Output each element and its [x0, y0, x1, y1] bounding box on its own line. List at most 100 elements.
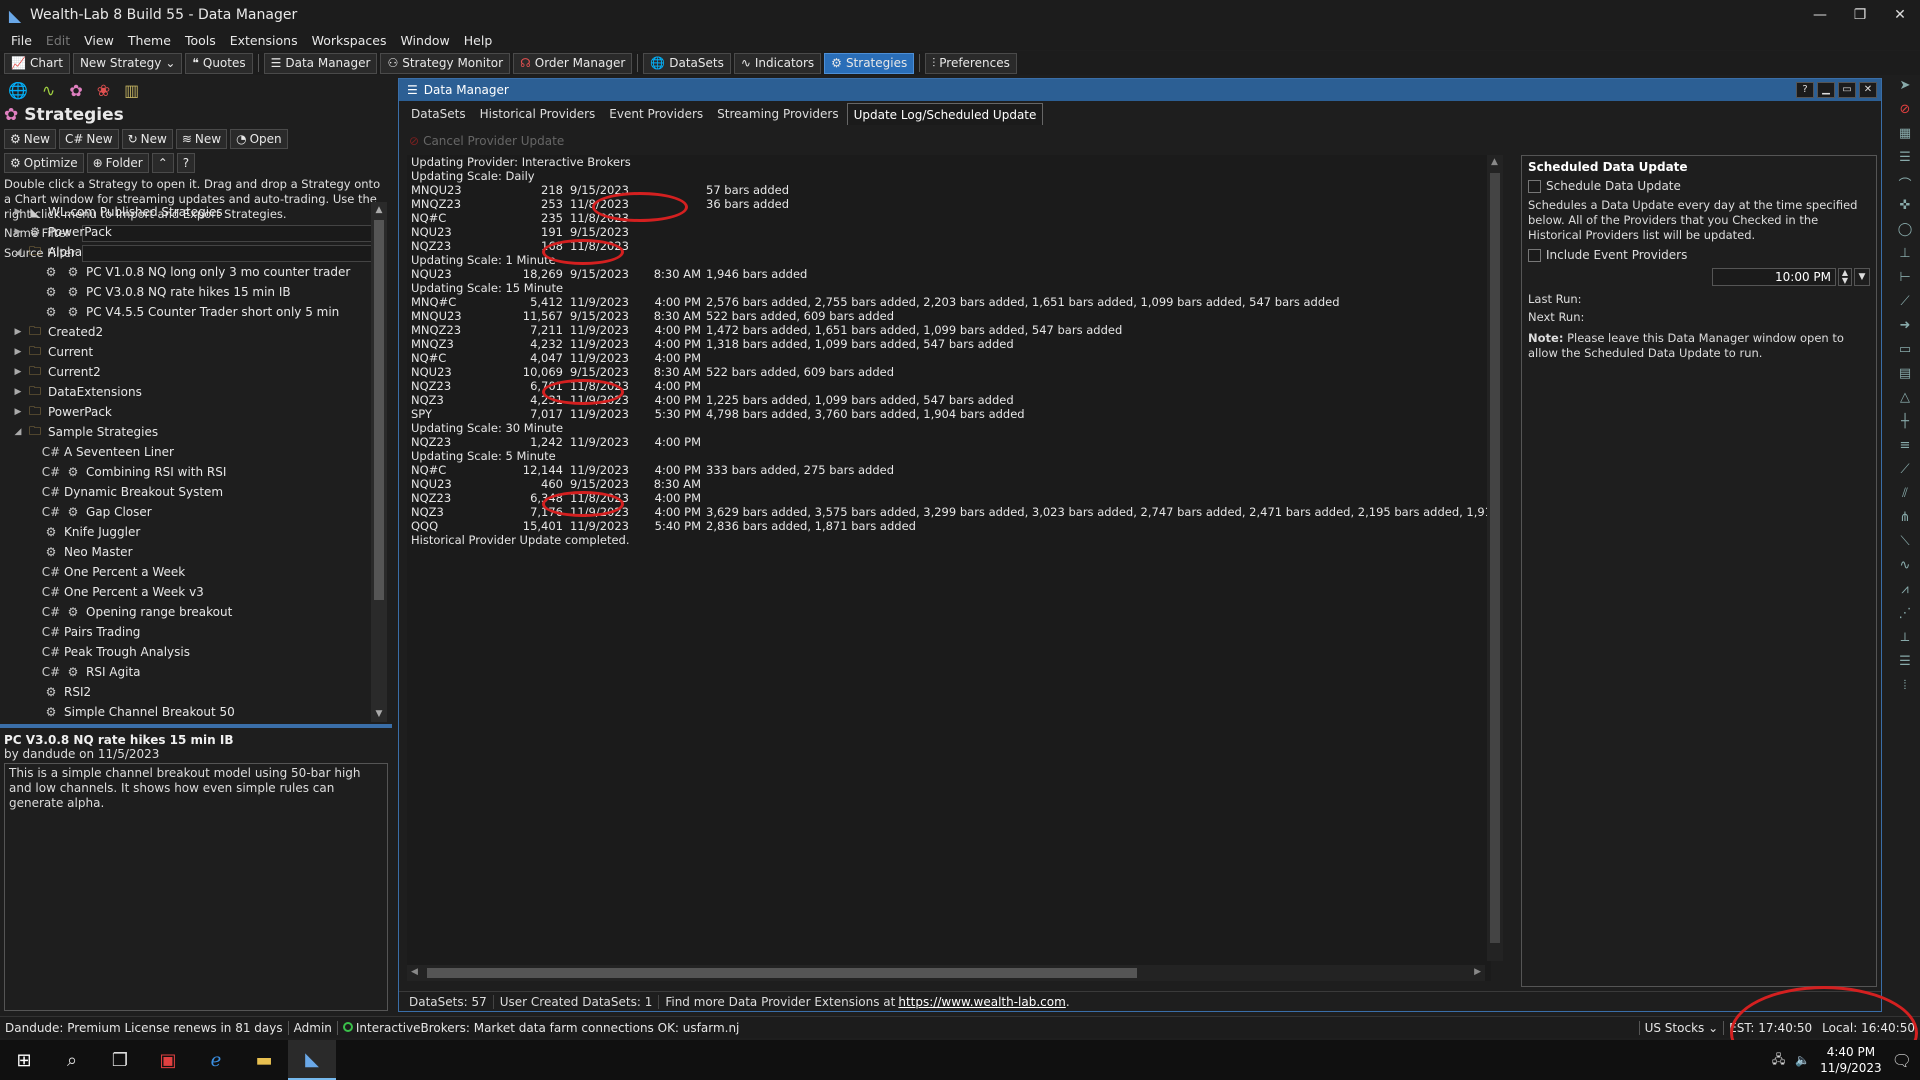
expander-icon[interactable]: ◢ — [12, 427, 24, 437]
tree-item[interactable]: ◢ 🗀 Sample Strategies — [0, 422, 388, 442]
close-button[interactable]: ✕ — [1880, 0, 1920, 30]
triangle-icon[interactable]: △ — [1890, 390, 1920, 414]
molecule-icon[interactable]: ❀ — [97, 81, 110, 100]
chevron-down-icon[interactable]: ▼ — [1854, 268, 1870, 286]
schedule-data-update-checkbox[interactable]: Schedule Data Update — [1528, 179, 1870, 193]
menu-tools[interactable]: Tools — [178, 33, 223, 48]
preferences-button[interactable]: ⫶ Preferences — [925, 52, 1017, 74]
menu-edit[interactable]: Edit — [39, 33, 77, 48]
scroll-right-icon[interactable]: ▶ — [1474, 967, 1481, 977]
tree-item[interactable]: ◢ 🗀 Alpha — [0, 242, 388, 262]
menu-theme[interactable]: Theme — [121, 33, 178, 48]
order-manager-button[interactable]: ☊ Order Manager — [513, 52, 633, 74]
text-icon[interactable]: ▤ — [1890, 366, 1920, 390]
strategies-button[interactable]: ⚙ Strategies — [824, 52, 915, 74]
tab-historical-providers[interactable]: Historical Providers — [474, 103, 602, 125]
tree-item[interactable]: ⚙ ⚙ PC V1.0.8 NQ long only 3 mo counter tr… — [0, 262, 388, 282]
help-button[interactable]: ? — [176, 153, 196, 173]
datasets-button[interactable]: 🌐 DataSets — [643, 52, 731, 74]
fan-icon[interactable]: ⩘ — [1890, 582, 1920, 606]
new-folder-button[interactable]: ⊕ Folder — [86, 153, 149, 173]
expander-icon[interactable]: ▶ — [12, 367, 24, 377]
app-red-icon[interactable]: ▣ — [144, 1040, 192, 1080]
tree-item[interactable]: C# ⚙ Opening range breakout — [0, 602, 388, 622]
close-button[interactable]: ✕ — [1859, 82, 1877, 98]
optimize-button[interactable]: ⚙ Optimize — [4, 153, 84, 173]
new-csharp-strategy-button[interactable]: C# New — [58, 129, 119, 149]
tree-item[interactable]: C# One Percent a Week — [0, 562, 388, 582]
log-vertical-scrollbar[interactable]: ▲ — [1487, 155, 1503, 961]
tree-item[interactable]: C# Dynamic Breakout System — [0, 482, 388, 502]
menu-window[interactable]: Window — [393, 33, 456, 48]
maximize-button[interactable]: ▭ — [1838, 82, 1856, 98]
tree-item[interactable]: ⚙ Simple Channel Breakout 50 — [0, 702, 388, 722]
tree-item[interactable]: ▶ 🗀 Current — [0, 342, 388, 362]
expander-icon[interactable]: ▶ — [12, 227, 24, 237]
gann-icon[interactable]: ⟋ — [1890, 462, 1920, 486]
pitchfork-icon[interactable]: ⋔ — [1890, 510, 1920, 534]
crosshair-icon[interactable]: ✜ — [1890, 198, 1920, 222]
market-selector[interactable]: US Stocks ⌄ — [1638, 1020, 1724, 1035]
tree-item[interactable]: ⚙ Neo Master — [0, 542, 388, 562]
time-spinner[interactable]: ▲ ▼ — [1838, 268, 1852, 286]
vertical-line-icon[interactable]: ⊥ — [1890, 246, 1920, 270]
vline-icon[interactable]: ┼ — [1890, 414, 1920, 438]
wealth-lab-taskbar-icon[interactable]: ◣ — [288, 1040, 336, 1080]
wealth-lab-link[interactable]: https://www.wealth-lab.com — [898, 995, 1065, 1009]
tab-event-providers[interactable]: Event Providers — [603, 103, 709, 125]
checkbox-box[interactable] — [1528, 179, 1541, 193]
indicators-button[interactable]: ∿ Indicators — [733, 52, 822, 74]
tree-item[interactable]: ⚙ RSI2 — [0, 682, 388, 702]
tree-scrollbar[interactable]: ▲ ▼ — [371, 202, 387, 722]
expander-icon[interactable]: ▶ — [12, 347, 24, 357]
globe-icon[interactable]: 🌐 — [8, 81, 28, 100]
file-explorer-icon[interactable]: ▬ — [240, 1040, 288, 1080]
scroll-thumb[interactable] — [1490, 173, 1500, 943]
rectangle-icon[interactable]: ▭ — [1890, 342, 1920, 366]
help-button[interactable]: ? — [1796, 82, 1814, 98]
new-strategy-dropdown[interactable]: New Strategy ⌄ — [72, 52, 183, 74]
channel-icon[interactable]: ⫽ — [1890, 486, 1920, 510]
taskbar-clock[interactable]: 4:40 PM 11/9/2023 — [1820, 1044, 1882, 1076]
cursor-icon[interactable]: ➤ — [1890, 78, 1920, 102]
tree-item[interactable]: C# A Seventeen Liner — [0, 442, 388, 462]
expander-icon[interactable]: ▶ — [12, 327, 24, 337]
log-horizontal-scrollbar[interactable]: ◀ ▶ — [407, 965, 1485, 981]
notifications-icon[interactable]: 🗨 — [1892, 1051, 1912, 1070]
menu-file[interactable]: File — [4, 33, 39, 48]
menu-workspaces[interactable]: Workspaces — [305, 33, 394, 48]
lasso-icon[interactable]: ⌒ — [1890, 174, 1920, 198]
grid-icon[interactable]: ▦ — [1890, 126, 1920, 150]
tree-item[interactable]: C# Pairs Trading — [0, 622, 388, 642]
regression-icon[interactable]: ⟍ — [1890, 534, 1920, 558]
scroll-thumb[interactable] — [374, 220, 384, 600]
arrow-icon[interactable]: ➜ — [1890, 318, 1920, 342]
new-meta-strategy-button[interactable]: ≋ New — [175, 129, 228, 149]
panel-splitter[interactable] — [0, 724, 392, 728]
tree-item[interactable]: ▶ ◣ WL.com Published Strategies — [0, 202, 388, 222]
scroll-left-icon[interactable]: ◀ — [411, 967, 418, 977]
new-blocks-strategy-button[interactable]: ⚙ New — [4, 129, 56, 149]
no-draw-icon[interactable]: ⊘ — [1890, 102, 1920, 126]
task-view-icon[interactable]: ❐ — [96, 1040, 144, 1080]
fibonacci-icon[interactable]: ≡ — [1890, 438, 1920, 462]
tree-item[interactable]: ⚙ ⚙ PC V3.0.8 NQ rate hikes 15 min IB — [0, 282, 388, 302]
chart-button[interactable]: 📈 Chart — [4, 52, 70, 74]
include-event-providers-checkbox[interactable]: Include Event Providers — [1528, 248, 1870, 262]
menu-view[interactable]: View — [77, 33, 121, 48]
tree-item[interactable]: C# ⚙ Combining RSI with RSI — [0, 462, 388, 482]
menu-extensions[interactable]: Extensions — [223, 33, 305, 48]
search-icon[interactable]: ⌕ — [48, 1040, 96, 1080]
new-rotation-strategy-button[interactable]: ↻ New — [121, 129, 173, 149]
strategy-monitor-button[interactable]: ⚇ Strategy Monitor — [380, 52, 511, 74]
tree-item[interactable]: ⚙ ⚙ PC V4.5.5 Counter Trader short only 5 … — [0, 302, 388, 322]
tree-item[interactable]: ▶ 🗀 Current2 — [0, 362, 388, 382]
tree-item[interactable]: ▶ 🗀 PowerPack — [0, 402, 388, 422]
tree-item[interactable]: ▶ ⚙ PowerPack — [0, 222, 388, 242]
minimize-button[interactable]: ▁ — [1817, 82, 1835, 98]
expander-icon[interactable]: ◢ — [12, 247, 24, 257]
checkbox-box[interactable] — [1528, 248, 1541, 262]
horizontal-line-icon[interactable]: ⊢ — [1890, 270, 1920, 294]
trendline-icon[interactable]: ⟋ — [1890, 294, 1920, 318]
tree-item[interactable]: C# Peak Trough Analysis — [0, 642, 388, 662]
